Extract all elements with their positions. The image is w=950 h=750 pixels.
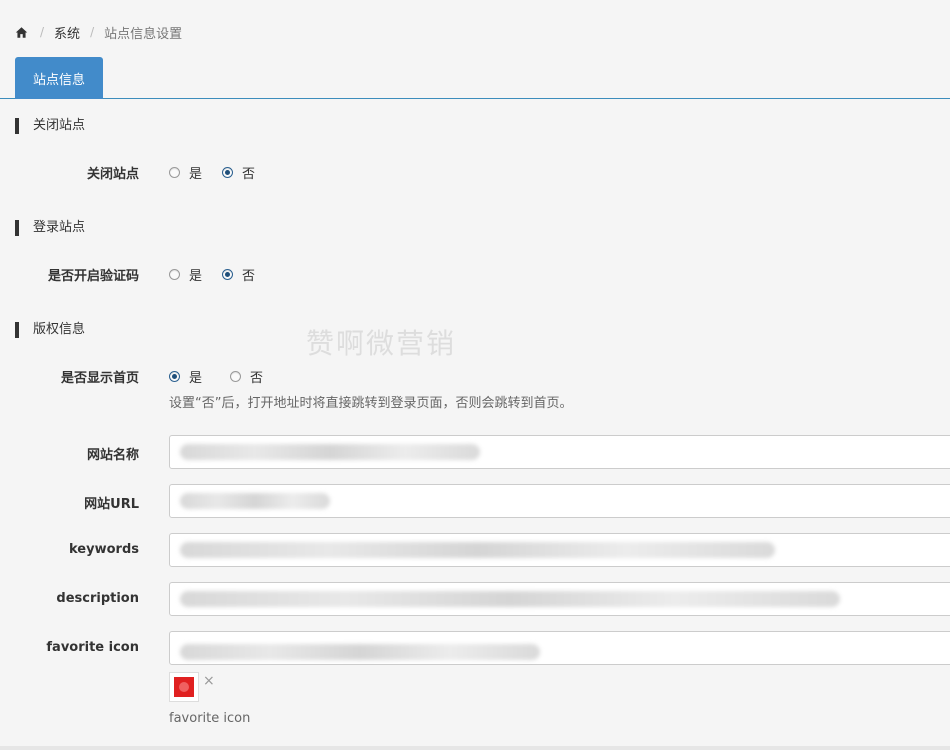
home-icon[interactable] [15,26,28,39]
radio-option-no[interactable]: 否 [222,163,255,182]
radio-option-no[interactable]: 否 [230,367,263,386]
radio-group-captcha: 是 否 [169,265,275,284]
section-title-close-site: 关闭站点 [15,118,85,134]
field-label-description: description [56,591,139,606]
section-title-copyright: 版权信息 [15,322,85,338]
field-label-site-url: 网站URL [84,497,139,512]
breadcrumb-item-current: 站点信息设置 [104,26,183,42]
field-label-keywords: keywords [69,542,139,557]
radio-option-yes[interactable]: 是 [169,163,202,182]
field-label-show-homepage: 是否显示首页 [60,371,139,386]
page: / 系统 / 站点信息设置 站点信息 关闭站点 关闭站点 是 否 登录站点 是否… [0,0,950,750]
breadcrumb-separator: / [90,25,95,39]
radio-group-close-site: 是 否 [169,163,275,182]
favicon-caption: favorite icon [169,711,251,726]
site-url-input[interactable] [169,484,950,518]
radio-button-checked[interactable] [222,167,234,178]
radio-label: 否 [242,269,256,284]
radio-group-show-homepage: 是 否 [169,367,283,386]
tab-bar: 站点信息 [0,57,950,99]
field-label-captcha: 是否开启验证码 [47,269,139,284]
radio-label: 否 [242,167,256,182]
bottom-divider [0,746,950,750]
radio-option-yes[interactable]: 是 [169,367,202,386]
radio-label: 否 [250,371,264,386]
radio-button-checked[interactable] [169,371,180,382]
breadcrumb-item-system[interactable]: 系统 [54,23,80,42]
radio-button[interactable] [169,269,180,280]
close-icon[interactable]: × [203,674,215,688]
radio-option-yes[interactable]: 是 [169,265,202,284]
favicon-preview-image[interactable] [169,672,199,702]
breadcrumb: / 系统 / 站点信息设置 [15,22,182,42]
field-label-close-site: 关闭站点 [86,167,139,182]
favicon-swatch [174,677,194,697]
breadcrumb-separator: / [40,25,45,39]
help-text-show-homepage: 设置“否”后，打开地址时将直接跳转到登录页面，否则会跳转到首页。 [169,396,573,411]
tab-site-info[interactable]: 站点信息 [15,57,103,99]
radio-label: 是 [189,269,203,284]
radio-label: 是 [189,167,203,182]
radio-button[interactable] [169,167,180,178]
radio-button[interactable] [230,371,242,382]
site-name-input[interactable] [169,435,950,469]
description-input[interactable] [169,582,950,616]
field-label-site-name: 网站名称 [86,448,139,463]
favorite-icon-input[interactable] [169,631,950,665]
radio-option-no[interactable]: 否 [222,265,255,284]
radio-button-checked[interactable] [222,269,234,280]
watermark-text: 赞啊微营销 [306,327,457,360]
keywords-input[interactable] [169,533,950,567]
section-title-login-site: 登录站点 [15,220,85,236]
radio-label: 是 [189,371,203,386]
field-label-favorite-icon: favorite icon [46,640,139,655]
